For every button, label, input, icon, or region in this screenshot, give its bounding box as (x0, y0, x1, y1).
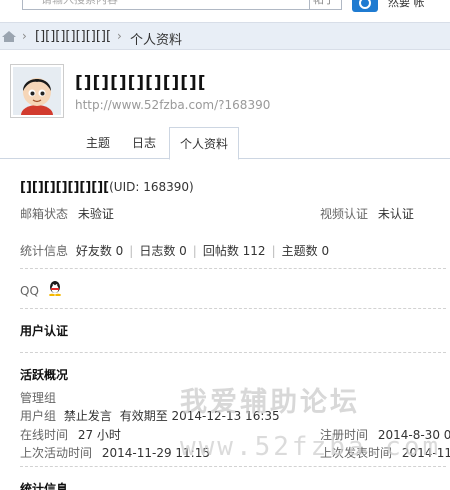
avatar-image (13, 67, 61, 115)
stat-blogs[interactable]: 日志数 0 (139, 244, 186, 258)
avatar[interactable] (10, 64, 64, 118)
top-user-links[interactable]: 然要 帐 (388, 0, 425, 10)
video-auth-status: 视频认证 未认证 (320, 205, 414, 222)
stat-replies[interactable]: 回帖数 112 (203, 244, 266, 258)
profile-url[interactable]: http://www.52fzba.com/?168390 (75, 98, 270, 112)
stat-threads[interactable]: 主题数 0 (282, 244, 329, 258)
home-icon[interactable] (2, 31, 16, 42)
email-status: 邮箱状态 未验证 (20, 205, 114, 222)
email-status-label: 邮箱状态 (20, 207, 69, 221)
user-group-label: 用户组 (20, 409, 57, 423)
activity-header: 活跃概况 (20, 368, 69, 382)
tab-profile[interactable]: 个人资料 (169, 127, 239, 160)
chevron-right-icon: › (22, 29, 27, 43)
divider (20, 308, 446, 309)
breadcrumb-username[interactable]: [][][][][][][][ (35, 29, 111, 44)
info-uid: (UID: 168390) (109, 180, 194, 194)
divider (20, 352, 446, 353)
qq-label: QQ (20, 284, 39, 298)
profile-tabs: 主题 日志 个人资料 (0, 127, 450, 160)
info-username: [][][][][][][][ (20, 180, 110, 195)
online-time-row: 在线时间 27 小时 (20, 426, 121, 443)
video-auth-value: 未认证 (377, 207, 414, 221)
search-button[interactable] (352, 0, 378, 12)
breadcrumb: › [][][][][][][][ › 个人资料 (0, 22, 450, 50)
info-title: [][][][][][][][(UID: 168390) (20, 180, 194, 195)
chevron-right-icon: › (117, 29, 122, 43)
search-type-select[interactable]: 帖子 (310, 0, 342, 10)
qq-row: QQ (20, 284, 39, 298)
video-auth-label: 视频认证 (320, 207, 369, 221)
admin-group-label: 管理组 (20, 391, 57, 405)
divider (20, 268, 446, 269)
divider: | (192, 244, 197, 258)
breadcrumb-current: 个人资料 (130, 33, 183, 48)
profile-username: [][][][][][][][ (75, 73, 207, 93)
last-active-label: 上次活动时间 (20, 446, 93, 460)
stats-label: 统计信息 (20, 244, 69, 258)
user-auth-header: 用户认证 (20, 324, 69, 338)
email-status-value: 未验证 (77, 207, 114, 221)
qq-penguin-icon[interactable] (48, 280, 62, 296)
online-time-value: 27 小时 (77, 428, 121, 442)
tab-blog[interactable]: 日志 (121, 127, 167, 159)
divider (20, 466, 446, 467)
watermark-title: 我爱辅助论坛 (180, 387, 360, 418)
user-group-value[interactable]: 禁止发言 (64, 409, 112, 423)
watermark-url: www.52fzba.com (180, 432, 442, 462)
divider: | (271, 244, 276, 258)
stats-header: 统计信息 (20, 482, 69, 490)
search-input[interactable]: 请输入搜索内容 (22, 0, 310, 10)
tab-threads[interactable]: 主题 (75, 127, 121, 159)
divider: | (129, 244, 134, 258)
stat-friends[interactable]: 好友数 0 (76, 244, 123, 258)
online-time-label: 在线时间 (20, 428, 69, 442)
stats-row: 统计信息 好友数 0 | 日志数 0 | 回帖数 112 | 主题数 0 (20, 242, 329, 259)
top-search-bar: 请输入搜索内容 帖子 然要 帐 (0, 0, 450, 14)
